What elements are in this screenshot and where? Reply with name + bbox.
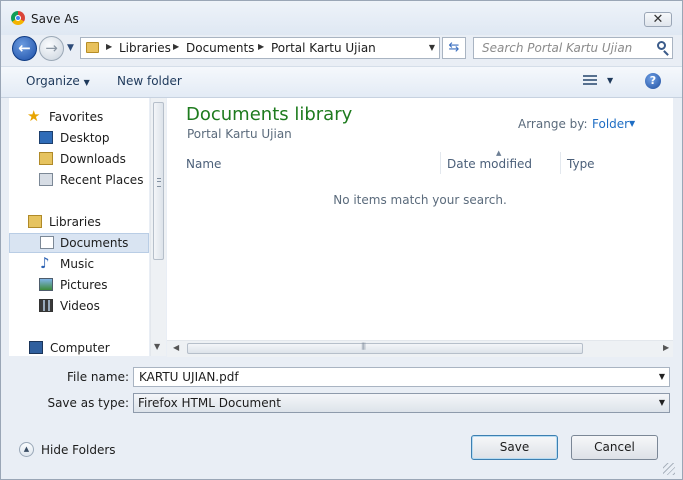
search-icon[interactable] xyxy=(657,41,666,50)
file-name-label: File name: xyxy=(67,370,129,384)
arrange-by-label: Arrange by: xyxy=(518,117,588,131)
scrollbar-thumb[interactable] xyxy=(153,102,164,260)
column-divider[interactable] xyxy=(560,152,561,174)
recent-locations-dropdown-icon[interactable]: ▼ xyxy=(67,43,74,53)
sidebar-item-documents[interactable]: Documents xyxy=(9,233,149,253)
sidebar-item-label: Favorites xyxy=(49,110,104,124)
sidebar-item-pictures[interactable]: Pictures xyxy=(9,275,149,295)
scroll-left-icon[interactable]: ◀ xyxy=(173,343,179,352)
sidebar-item-music[interactable]: ♪ Music xyxy=(9,254,149,274)
breadcrumb-portal-kartu-ujian[interactable]: Portal Kartu Ujian xyxy=(271,41,376,55)
window-title: Save As xyxy=(31,12,79,26)
forward-button[interactable]: → xyxy=(39,36,64,61)
navigation-bar: ← → ▼ ▶ Libraries ▶ Documents ▶ Portal K… xyxy=(1,35,682,63)
sidebar-item-label: Libraries xyxy=(49,215,101,229)
hide-folders-label: Hide Folders xyxy=(41,443,116,457)
address-dropdown-icon[interactable]: ▼ xyxy=(429,43,435,52)
sidebar-item-label: Recent Places xyxy=(60,173,144,187)
breadcrumb-arrow-icon[interactable]: ▶ xyxy=(106,42,112,51)
chevron-down-icon[interactable]: ▼ xyxy=(629,119,635,128)
breadcrumb-documents[interactable]: Documents xyxy=(186,41,254,55)
navigation-pane-scrollbar[interactable]: ▼ xyxy=(150,98,166,356)
save-as-type-value: Firefox HTML Document xyxy=(138,396,281,410)
file-list-horizontal-scrollbar[interactable]: ◀ ||| ▶ xyxy=(167,340,673,357)
sort-ascending-icon: ▲ xyxy=(496,149,502,157)
sidebar-item-libraries[interactable]: Libraries xyxy=(9,212,149,232)
star-icon: ★ xyxy=(27,107,41,125)
chevron-down-icon: ▼ xyxy=(83,78,90,87)
file-name-value: KARTU UJIAN.pdf xyxy=(139,370,239,384)
refresh-button[interactable]: ⇆ xyxy=(442,37,466,59)
navigation-pane: ★ Favorites Desktop Downloads Recent Pla… xyxy=(9,98,149,356)
library-title: Documents library xyxy=(186,104,353,125)
save-as-type-select[interactable]: Firefox HTML Document ▼ xyxy=(133,393,670,413)
view-options-icon[interactable] xyxy=(583,75,597,86)
column-header-date-modified[interactable]: Date modified xyxy=(447,157,532,171)
save-as-dialog: Save As ✕ ← → ▼ ▶ Libraries ▶ Documents … xyxy=(0,0,683,480)
column-divider[interactable] xyxy=(440,152,441,174)
music-icon: ♪ xyxy=(40,254,50,272)
organize-label: Organize xyxy=(26,74,80,88)
chrome-icon xyxy=(11,11,25,25)
scrollbar-thumb[interactable] xyxy=(187,343,583,354)
column-header-type[interactable]: Type xyxy=(567,157,595,171)
new-folder-button[interactable]: New folder xyxy=(117,74,182,88)
libraries-icon xyxy=(28,215,42,228)
scroll-down-icon[interactable]: ▼ xyxy=(154,342,160,351)
recent-places-icon xyxy=(39,173,53,186)
sidebar-item-label: Computer xyxy=(50,341,110,355)
pictures-icon xyxy=(39,278,53,291)
sidebar-item-label: Desktop xyxy=(60,131,110,145)
chevron-up-icon[interactable]: ▲ xyxy=(19,442,34,457)
grip-icon xyxy=(157,178,161,187)
back-button[interactable]: ← xyxy=(12,36,37,61)
chevron-down-icon[interactable]: ▼ xyxy=(659,398,665,407)
command-toolbar: Organize ▼ New folder ▼ ? xyxy=(1,66,682,98)
documents-icon xyxy=(40,236,54,249)
sidebar-item-favorites[interactable]: ★ Favorites xyxy=(9,107,149,127)
breadcrumb-arrow-icon[interactable]: ▶ xyxy=(173,42,179,51)
library-subtitle: Portal Kartu Ujian xyxy=(187,127,292,141)
title-bar: Save As ✕ xyxy=(1,1,682,35)
help-icon[interactable]: ? xyxy=(645,73,661,89)
grip-icon: ||| xyxy=(361,342,366,350)
search-placeholder: Search Portal Kartu Ujian xyxy=(482,41,633,55)
sidebar-item-label: Pictures xyxy=(60,278,108,292)
file-list-pane: Documents library Portal Kartu Ujian Arr… xyxy=(167,98,673,356)
file-name-field[interactable]: KARTU UJIAN.pdf ▼ xyxy=(133,367,670,387)
arrange-by-dropdown[interactable]: Folder xyxy=(592,117,629,131)
sidebar-item-label: Videos xyxy=(60,299,100,313)
computer-icon xyxy=(29,341,43,354)
search-input[interactable]: Search Portal Kartu Ujian xyxy=(473,37,673,59)
desktop-icon xyxy=(39,131,53,144)
empty-message: No items match your search. xyxy=(333,193,507,207)
sidebar-item-videos[interactable]: Videos xyxy=(9,296,149,316)
videos-icon xyxy=(39,299,53,312)
sidebar-item-desktop[interactable]: Desktop xyxy=(9,128,149,148)
sidebar-item-downloads[interactable]: Downloads xyxy=(9,149,149,169)
organize-menu[interactable]: Organize ▼ xyxy=(26,74,90,88)
resize-grip-icon[interactable] xyxy=(663,463,675,475)
sidebar-item-computer[interactable]: Computer xyxy=(9,338,149,356)
scroll-right-icon[interactable]: ▶ xyxy=(663,343,669,352)
folder-icon xyxy=(86,42,99,53)
address-bar[interactable]: ▶ Libraries ▶ Documents ▶ Portal Kartu U… xyxy=(80,37,440,59)
save-as-type-label: Save as type: xyxy=(47,396,129,410)
sidebar-item-label: Downloads xyxy=(60,152,126,166)
column-header-name[interactable]: Name xyxy=(186,157,221,171)
sidebar-item-label: Music xyxy=(60,257,95,271)
file-name-dropdown-icon[interactable]: ▼ xyxy=(659,372,665,381)
breadcrumb-libraries[interactable]: Libraries xyxy=(119,41,171,55)
save-button[interactable]: Save xyxy=(471,435,558,460)
cancel-button[interactable]: Cancel xyxy=(571,435,658,460)
sidebar-item-recent-places[interactable]: Recent Places xyxy=(9,170,149,190)
view-dropdown-icon[interactable]: ▼ xyxy=(607,76,613,85)
downloads-folder-icon xyxy=(39,152,53,165)
close-button[interactable]: ✕ xyxy=(644,12,672,27)
breadcrumb-arrow-icon[interactable]: ▶ xyxy=(258,42,264,51)
sidebar-item-label: Documents xyxy=(60,236,129,250)
